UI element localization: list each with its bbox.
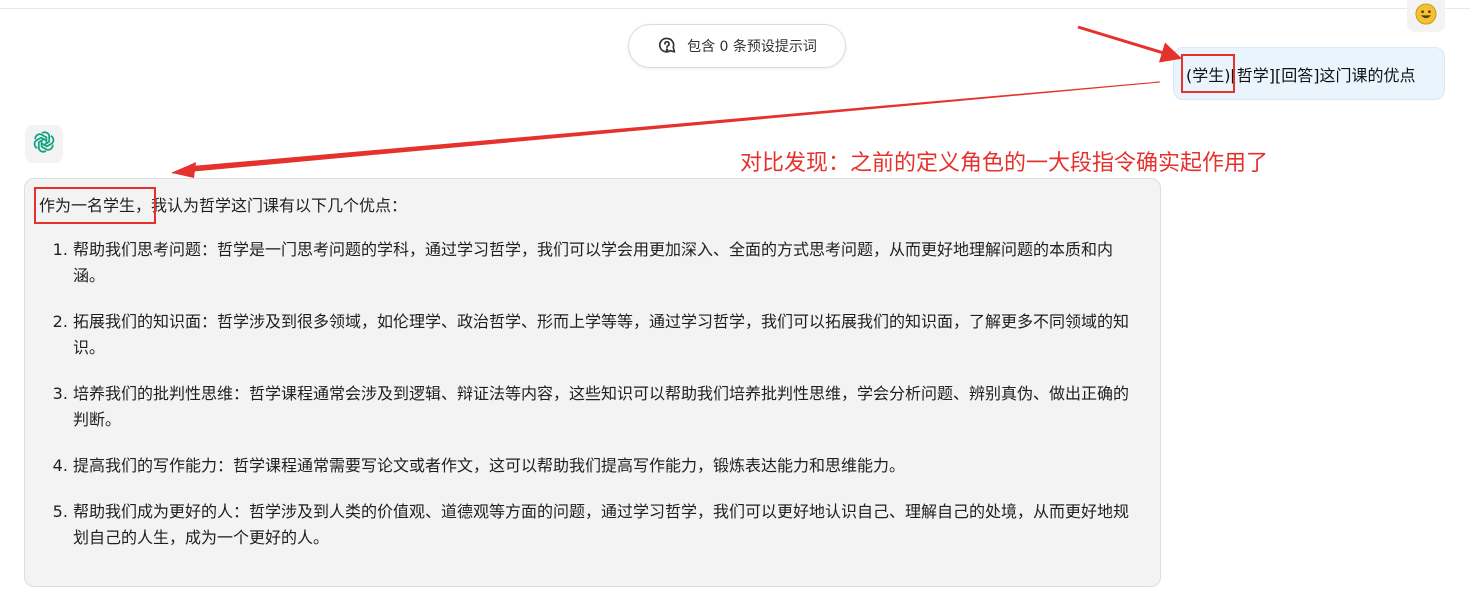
answer-intro-highlight: 作为一名学生， xyxy=(39,196,152,215)
openai-logo-icon xyxy=(31,129,57,159)
bot-avatar xyxy=(25,125,63,163)
answer-points-list: 帮助我们思考问题：哲学是一门思考问题的学科，通过学习哲学，我们可以学会用更加深入… xyxy=(39,237,1140,551)
preset-prompts-button[interactable]: 包含 0 条预设提示词 xyxy=(628,24,846,68)
prompt-template-icon xyxy=(657,36,677,56)
arrow-to-user-message xyxy=(1077,25,1183,63)
list-item: 拓展我们的知识面：哲学涉及到很多领域，如伦理学、政治哲学、形而上学等等，通过学习… xyxy=(73,309,1140,361)
list-item: 帮助我们成为更好的人：哲学涉及到人类的价值观、道德观等方面的问题，通过学习哲学，… xyxy=(73,499,1140,551)
smiley-face-icon xyxy=(1415,3,1437,29)
user-message-rest: [哲学][回答]这门课的优点 xyxy=(1230,65,1416,85)
top-divider xyxy=(0,8,1470,9)
user-message-highlight: (学生) xyxy=(1186,65,1231,85)
list-item: 提高我们的写作能力：哲学课程通常需要写论文或者作文，这可以帮助我们提高写作能力，… xyxy=(73,453,1140,479)
list-item: 帮助我们思考问题：哲学是一门思考问题的学科，通过学习哲学，我们可以学会用更加深入… xyxy=(73,237,1140,289)
list-item: 培养我们的批判性思维：哲学课程通常会涉及到逻辑、辩证法等内容，这些知识可以帮助我… xyxy=(73,381,1140,433)
user-message-bubble: (学生) [哲学][回答]这门课的优点 xyxy=(1173,47,1445,100)
answer-intro: 作为一名学生，我认为哲学这门课有以下几个优点： xyxy=(39,193,1140,219)
assistant-answer-card: 作为一名学生，我认为哲学这门课有以下几个优点： 帮助我们思考问题：哲学是一门思考… xyxy=(24,178,1161,587)
annotation-text: 对比发现：之前的定义角色的一大段指令确实起作用了 xyxy=(740,151,1269,176)
arrow-to-answer-head xyxy=(172,162,196,178)
user-avatar xyxy=(1407,0,1445,32)
answer-intro-rest: 我认为哲学这门课有以下几个优点： xyxy=(151,196,408,215)
preset-prompts-label: 包含 0 条预设提示词 xyxy=(687,39,817,55)
